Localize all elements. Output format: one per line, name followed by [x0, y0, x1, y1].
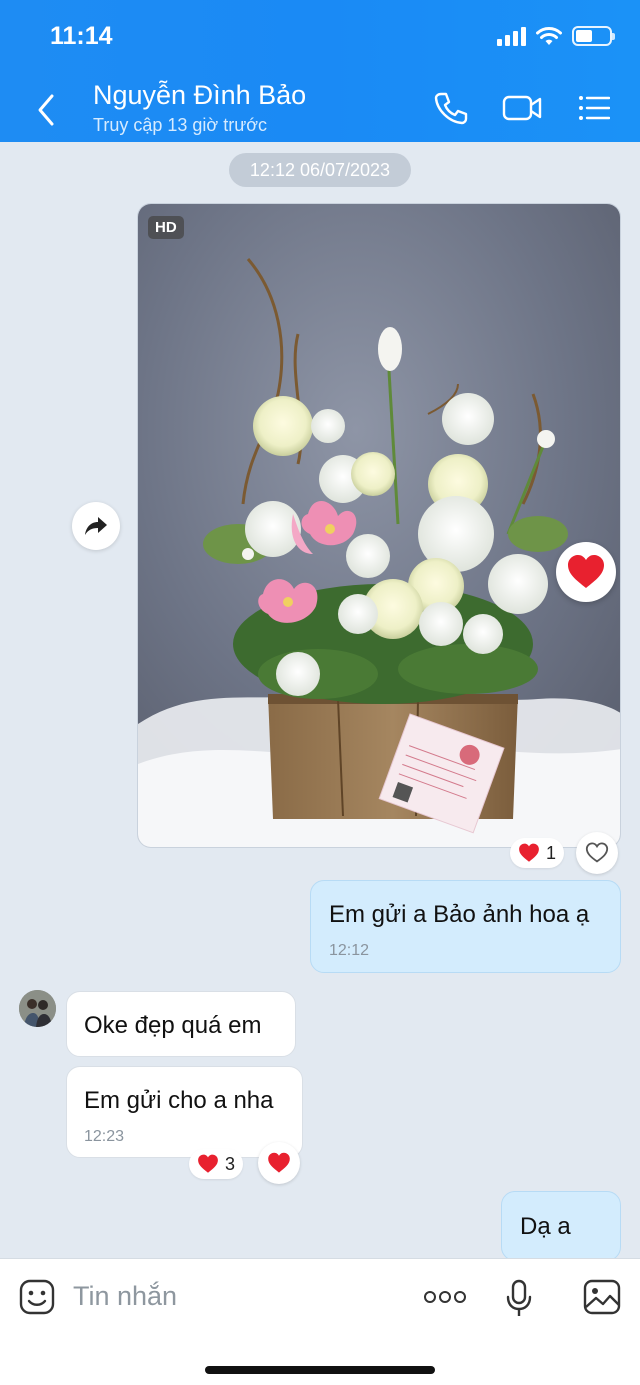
add-reaction-button[interactable] — [258, 1142, 300, 1184]
heart-icon — [519, 843, 539, 862]
message-reaction-count[interactable]: 3 — [189, 1149, 244, 1179]
message-bubble-sent[interactable]: Em gửi a Bảo ảnh hoa ạ 12:12 — [310, 880, 621, 973]
contact-avatar-image — [19, 990, 56, 1027]
message-text: Em gửi cho a nha — [84, 1087, 274, 1114]
photo-reaction-count[interactable]: 1 — [510, 838, 565, 868]
status-icons — [497, 26, 615, 46]
hd-badge: HD — [148, 216, 184, 239]
message-input-bar: Tin nhắn — [0, 1258, 640, 1385]
react-heart-button[interactable] — [556, 542, 616, 602]
avatar[interactable] — [19, 990, 56, 1027]
cellular-signal-icon — [497, 26, 526, 46]
date-separator: 12:12 06/07/2023 — [229, 153, 411, 187]
microphone-icon[interactable] — [506, 1279, 532, 1317]
back-arrow-icon[interactable] — [30, 90, 60, 130]
heart-icon — [568, 555, 604, 588]
message-bubble-received[interactable]: Oke đẹp quá em — [66, 991, 296, 1057]
heart-icon — [268, 1152, 290, 1173]
share-arrow-icon — [85, 517, 107, 535]
more-options-icon[interactable] — [424, 1289, 466, 1305]
status-time: 11:14 — [50, 22, 113, 50]
reaction-count: 1 — [546, 842, 557, 863]
message-text: Oke đẹp quá em — [84, 1012, 262, 1039]
heart-icon — [198, 1154, 218, 1173]
message-bubble-sent[interactable]: Dạ a — [501, 1191, 621, 1261]
contact-name[interactable]: Nguyễn Đình Bảo — [93, 80, 306, 111]
reaction-count: 3 — [225, 1153, 236, 1174]
menu-list-icon[interactable] — [578, 90, 610, 126]
wifi-icon — [536, 27, 562, 45]
add-reaction-button[interactable] — [576, 832, 618, 874]
image-gallery-icon[interactable] — [583, 1279, 621, 1315]
photo-message[interactable]: HD — [137, 203, 621, 848]
message-input[interactable]: Tin nhắn — [73, 1281, 177, 1312]
heart-outline-icon — [585, 842, 609, 863]
flower-arrangement-image — [138, 204, 620, 847]
phone-call-icon[interactable] — [433, 90, 469, 126]
message-time: 12:12 — [329, 942, 370, 959]
message-time: 12:23 — [84, 1128, 125, 1145]
message-text: Dạ a — [520, 1213, 571, 1240]
sticker-emoji-icon[interactable] — [19, 1279, 55, 1315]
video-call-icon[interactable] — [502, 90, 542, 126]
contact-last-seen: Truy cập 13 giờ trước — [93, 115, 268, 135]
battery-icon — [572, 26, 615, 46]
message-text: Em gửi a Bảo ảnh hoa ạ — [329, 901, 590, 928]
share-button[interactable] — [72, 502, 120, 550]
chat-header: 11:14 Nguyễn Đình Bảo Truy cập 13 giờ tr… — [0, 0, 640, 142]
home-indicator — [205, 1366, 435, 1374]
